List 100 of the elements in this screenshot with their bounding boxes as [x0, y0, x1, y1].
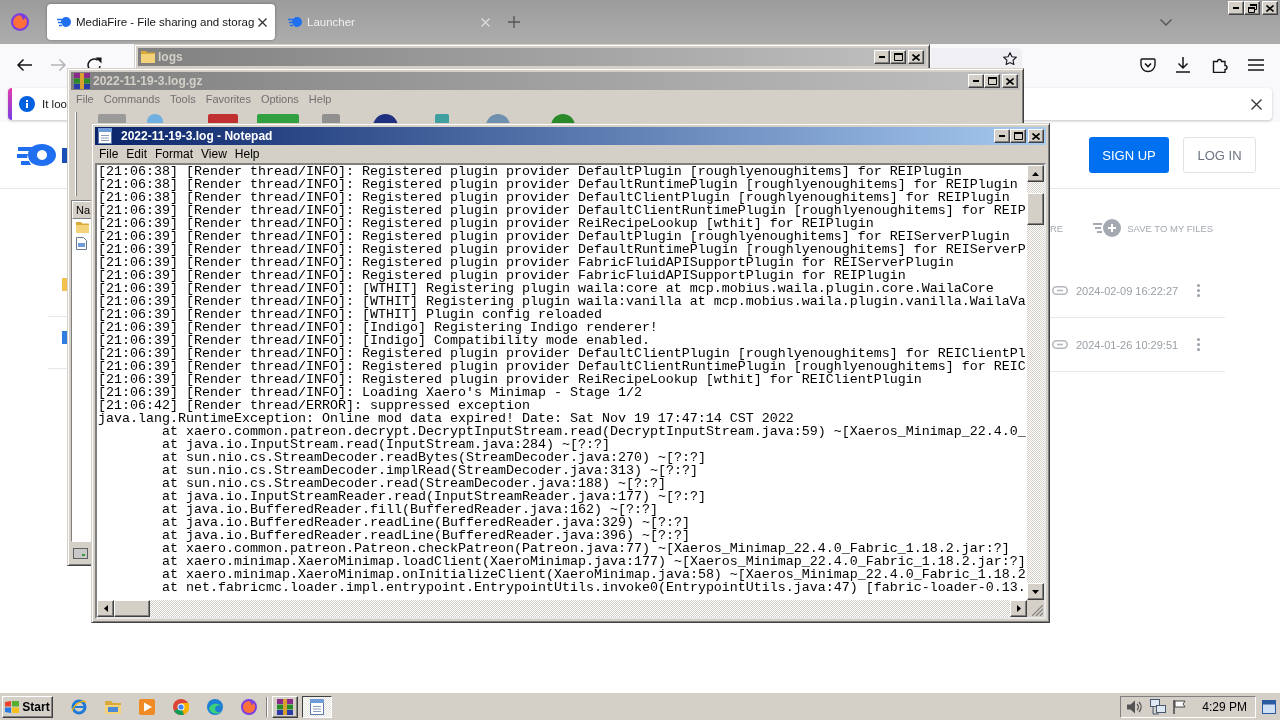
- minimize-icon: [879, 56, 885, 58]
- browser-tab[interactable]: MediaFire - File sharing and storag: [47, 4, 275, 40]
- url-field[interactable]: [931, 48, 1022, 68]
- up-arrow-icon: [1032, 171, 1039, 176]
- log-line: at xaero.common.patreon.decrypt.DecryptInputStream.read(DecryptInputStream.java:59) ~[Xaeros_Minimap_22.4.0_: [162, 425, 1026, 438]
- close-icon: [1032, 132, 1040, 140]
- minimize-button[interactable]: [874, 50, 890, 64]
- menu-item[interactable]: Options: [255, 91, 304, 107]
- log-line: [21:06:39] [Render thread/INFO]: Registered plugin provider DefaultClientRuntimePlugin [roughlyenoughitems] for REIP: [98, 204, 1026, 217]
- log-line: [21:06:38] [Render thread/INFO]: Registered plugin provider DefaultPlugin [roughlyenoughitems] for REIPlugin: [98, 165, 962, 178]
- restore-button[interactable]: [1244, 1, 1260, 15]
- maximize-button[interactable]: [984, 74, 1000, 88]
- reload-icon[interactable]: [86, 56, 102, 68]
- log-line: [21:06:39] [Render thread/INFO]: Loading Xaero's Minimap - Stage 1/2: [98, 386, 642, 399]
- maximize-icon: [893, 53, 903, 61]
- minimize-button[interactable]: [994, 129, 1010, 143]
- notepad-icon: [310, 698, 324, 715]
- clock: 4:29 PM: [1202, 699, 1247, 714]
- log-line: [21:06:39] [Render thread/INFO]: [Indigo] Registering Indigo renderer!: [98, 321, 658, 334]
- books-icon: [277, 698, 293, 715]
- drive-icon: [73, 547, 88, 559]
- log-line: [21:06:39] [Render thread/INFO]: Registered plugin provider ReiRecipeLookup [wthit] for REIPlugin: [98, 217, 874, 230]
- maximize-button[interactable]: [890, 50, 906, 64]
- close-icon: [912, 53, 920, 61]
- log-line: [21:06:39] [Render thread/INFO]: [WTHIT] Registering plugin waila:core at mcp.mobius.waila.plugin.core.WailaCore: [98, 282, 994, 295]
- log-line: [21:06:39] [Render thread/INFO]: Registered plugin provider DefaultRuntimePlugin [roughlyenoughitems] for REIServerP: [98, 243, 1026, 256]
- log-line: [21:06:39] [Render thread/INFO]: [Indigo] Compatibility mode enabled.: [98, 334, 650, 347]
- log-line: at java.io.BufferedReader.readLine(BufferedReader.java:396) ~[?:?]: [162, 529, 690, 542]
- close-icon: [1006, 77, 1014, 85]
- menu-item[interactable]: Tools: [165, 91, 201, 107]
- menu-item[interactable]: Commands: [98, 91, 165, 107]
- file-date: 2024-02-09 16:22:27: [1076, 284, 1179, 297]
- window-title: 2022-11-19-3.log - Notepad: [121, 129, 273, 143]
- menu-item[interactable]: Help: [230, 146, 264, 162]
- wave-circle-icon[interactable]: [207, 698, 223, 715]
- minimize-button[interactable]: [968, 74, 984, 88]
- flag-icon: [5, 700, 20, 713]
- flame-icon: [57, 17, 71, 27]
- window-title: 2022-11-19-3.log.gz: [93, 74, 203, 88]
- log-line: at sun.nio.cs.StreamDecoder.read(StreamDecoder.java:188) ~[?:?]: [162, 477, 666, 490]
- segmented-circle-icon[interactable]: [173, 698, 189, 715]
- menu-item[interactable]: Help: [303, 91, 337, 107]
- menu-item[interactable]: View: [197, 146, 231, 162]
- menu-icon[interactable]: [1248, 59, 1264, 71]
- pocket-icon[interactable]: [1140, 57, 1156, 73]
- maximize-icon: [1013, 132, 1023, 140]
- minimize-icon: [999, 135, 1005, 137]
- log-line: at java.io.BufferedReader.readLine(BufferedReader.java:329) ~[?:?]: [162, 516, 690, 529]
- log-line: at java.io.BufferedReader.fill(BufferedReader.java:162) ~[?:?]: [162, 503, 658, 516]
- log-line: at sun.nio.cs.StreamDecoder.readBytes(StreamDecoder.java:270) ~[?:?]: [162, 451, 706, 464]
- scrollbar-thumb[interactable]: [114, 600, 150, 617]
- log-line: [21:06:39] [Render thread/INFO]: Registered plugin provider ReiRecipeLookup [wthit] for REIClientPlugin: [98, 373, 922, 386]
- log-line: [21:06:39] [Render thread/INFO]: Registered plugin provider FabricFluidAPISupportPlugin for REIServerPlugin: [98, 256, 954, 269]
- resize-grip-icon[interactable]: [1032, 605, 1043, 616]
- minimize-icon: [973, 80, 979, 82]
- speaker-icon[interactable]: [1127, 699, 1144, 714]
- menu-item[interactable]: File: [71, 91, 99, 107]
- menu-item[interactable]: Format: [151, 146, 198, 162]
- menu-item[interactable]: File: [95, 146, 123, 162]
- scroll-down-button[interactable]: [1027, 583, 1044, 600]
- maximize-button[interactable]: [1010, 129, 1026, 143]
- log-line: [21:06:39] [Render thread/INFO]: Registered plugin provider DefaultClientRuntimePlugin [roughlyenoughitems] for REIC: [98, 360, 1026, 373]
- back-arrow-icon[interactable]: [16, 58, 32, 72]
- flame-globe-icon[interactable]: [241, 698, 257, 715]
- primary-button[interactable]: SIGN UP: [1089, 137, 1169, 173]
- menu-item[interactable]: Favorites: [200, 91, 256, 107]
- close-icon: [257, 17, 267, 27]
- flame-icon: [288, 17, 302, 27]
- down-arrow-icon: [1032, 589, 1039, 594]
- network-icon[interactable]: [1150, 698, 1167, 715]
- puzzle-icon[interactable]: [1212, 57, 1228, 73]
- log-line: [21:06:39] [Render thread/INFO]: [WTHIT] Registering plugin waila:vanilla at mcp.mobius.waila.plugin.vanilla.WailaVa: [98, 295, 1026, 308]
- log-line: [21:06:38] [Render thread/INFO]: Registered plugin provider DefaultRuntimePlugin [roughlyenoughitems] for REIPlugin: [98, 178, 1018, 191]
- letter-e-icon[interactable]: [71, 698, 87, 715]
- close-button[interactable]: [1251, 98, 1262, 110]
- log-line: at java.io.InputStreamReader.read(InputStreamReader.java:177) ~[?:?]: [162, 490, 706, 503]
- scroll-right-button[interactable]: [1010, 600, 1027, 617]
- column-header[interactable]: Na: [72, 201, 91, 219]
- action-button[interactable]: RE: [1050, 222, 1064, 234]
- start-button[interactable]: Start: [2, 695, 53, 718]
- chevron-down-icon[interactable]: [1160, 18, 1172, 26]
- show-desktop-icon[interactable]: [1262, 699, 1276, 714]
- minimize-button[interactable]: [1228, 1, 1244, 15]
- menu-item[interactable]: Edit: [122, 146, 152, 162]
- notepad-icon: [98, 128, 112, 144]
- taskbar-button[interactable]: [302, 695, 332, 718]
- info-icon: [19, 96, 35, 112]
- file-icon[interactable]: [76, 236, 87, 250]
- log-line: at java.io.InputStream.read(InputStream.java:284) ~[?:?]: [162, 438, 610, 451]
- outline-button[interactable]: LOG IN: [1183, 137, 1256, 173]
- flag-icon[interactable]: [1173, 699, 1188, 714]
- download-icon[interactable]: [1175, 57, 1191, 73]
- scrollbar-thumb[interactable]: [1027, 193, 1044, 225]
- log-line: [21:06:42] [Render thread/ERROR]: suppressed exception: [98, 399, 530, 412]
- log-line: at xaero.minimap.XaeroMinimap.onInitializeClient(XaeroMinimap.java:58) ~[Xaeros_Minimap_22.4.0_Fabric_1.18.2: [162, 568, 1026, 581]
- save-button[interactable]: SAVE TO MY FILES: [1093, 219, 1214, 237]
- scroll-left-button[interactable]: [97, 600, 114, 617]
- restore-icon: [1247, 3, 1257, 13]
- star-icon[interactable]: [1003, 51, 1017, 65]
- scroll-up-button[interactable]: [1027, 165, 1044, 182]
